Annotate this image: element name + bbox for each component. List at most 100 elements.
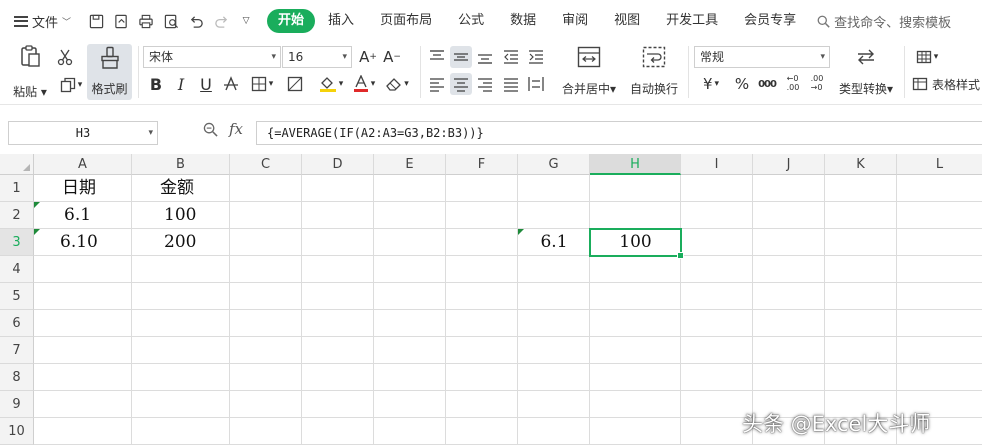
cell-A3[interactable]: 6.10 [34, 229, 132, 256]
cell-style-icon [287, 76, 303, 92]
wrap-text-button[interactable]: 自动换行 [626, 44, 682, 100]
strikethrough-button[interactable] [220, 73, 242, 95]
align-middle-button[interactable] [450, 46, 472, 68]
cell-A1[interactable]: 日期 [34, 175, 132, 202]
decrease-decimal-button[interactable]: .00 →0 [806, 72, 828, 94]
insert-function-icon[interactable]: fx [229, 120, 243, 138]
ribbon-tabs: 开始 插入 页面布局 公式 数据 审阅 视图 开发工具 会员专享 [267, 9, 809, 33]
row-header-10[interactable]: 10 [0, 418, 34, 445]
cut-button[interactable] [54, 46, 76, 68]
gridline-vertical [752, 175, 753, 445]
tab-insert[interactable]: 插入 [315, 9, 367, 33]
name-box[interactable]: H3 ▾ [8, 121, 158, 145]
italic-button[interactable]: I [170, 73, 192, 95]
redo-icon[interactable] [210, 10, 232, 32]
gridline-vertical [301, 175, 302, 445]
cell-B2[interactable]: 100 [132, 202, 230, 229]
align-top-button[interactable] [426, 46, 448, 68]
row-header-5[interactable]: 5 [0, 283, 34, 310]
number-format-select[interactable]: 常规 ▾ [694, 46, 830, 68]
merge-center-button[interactable]: 合并居中▾ [556, 44, 622, 100]
zoom-function-icon[interactable] [203, 122, 218, 141]
align-middle-icon [454, 53, 468, 61]
table-style-button[interactable]: 表格样式 [912, 73, 982, 95]
column-header-E[interactable]: E [374, 154, 446, 175]
conditional-format-button[interactable]: ▾ [912, 46, 942, 68]
tab-page-layout[interactable]: 页面布局 [367, 9, 445, 33]
underline-button[interactable]: U [195, 73, 217, 95]
align-bottom-button[interactable] [474, 46, 496, 68]
tab-developer[interactable]: 开发工具 [653, 9, 731, 33]
cell-G3[interactable]: 6.1 [518, 229, 590, 256]
column-header-F[interactable]: F [446, 154, 518, 175]
tab-view[interactable]: 视图 [601, 9, 653, 33]
chevron-down-icon: ▾ [404, 79, 409, 89]
currency-button[interactable]: ¥ ▾ [696, 73, 726, 95]
active-cell-border[interactable] [589, 228, 684, 259]
row-header-8[interactable]: 8 [0, 364, 34, 391]
print-preview-icon[interactable] [160, 10, 182, 32]
row-header-3[interactable]: 3 [0, 229, 34, 256]
row-header-1[interactable]: 1 [0, 175, 34, 202]
font-size-select[interactable]: 16 ▾ [282, 46, 352, 68]
paste-button[interactable]: 粘贴 ▾ [10, 44, 50, 100]
cell-B3[interactable]: 200 [132, 229, 230, 256]
tab-data[interactable]: 数据 [497, 9, 549, 33]
export-pdf-icon[interactable] [110, 10, 132, 32]
column-header-J[interactable]: J [753, 154, 825, 175]
customize-toolbar-icon[interactable]: ▽ [235, 10, 257, 32]
row-header-6[interactable]: 6 [0, 310, 34, 337]
column-header-G[interactable]: G [518, 154, 590, 175]
justify-button[interactable] [500, 73, 522, 95]
formula-input[interactable]: {=AVERAGE(IF(A2:A3=G3,B2:B3))} [256, 121, 982, 145]
distribute-icon [528, 77, 544, 91]
tab-formulas[interactable]: 公式 [445, 9, 497, 33]
format-painter-button[interactable]: 格式刷 [87, 44, 132, 100]
column-header-C[interactable]: C [230, 154, 302, 175]
select-all-corner[interactable] [0, 154, 34, 175]
type-convert-button[interactable]: 类型转换▾ [836, 44, 896, 100]
increase-indent-button[interactable] [525, 46, 547, 68]
column-header-B[interactable]: B [132, 154, 230, 175]
column-header-H[interactable]: H [590, 154, 681, 175]
row-header-7[interactable]: 7 [0, 337, 34, 364]
column-header-I[interactable]: I [681, 154, 753, 175]
thousands-separator-button[interactable]: 000 [756, 73, 778, 95]
clear-format-button[interactable]: ▾ [381, 73, 413, 95]
decrease-font-size-button[interactable]: A − [381, 46, 403, 68]
decrease-indent-button[interactable] [500, 46, 522, 68]
copy-button[interactable]: ▾ [56, 74, 86, 96]
tab-member[interactable]: 会员专享 [731, 9, 809, 33]
column-header-D[interactable]: D [302, 154, 374, 175]
paste-icon [21, 45, 40, 67]
align-left-button[interactable] [426, 73, 448, 95]
row-header-2[interactable]: 2 [0, 202, 34, 229]
cell-B1[interactable]: 金额 [132, 175, 230, 202]
fill-color-button[interactable]: ▾ [313, 73, 349, 95]
column-header-K[interactable]: K [825, 154, 897, 175]
align-center-button[interactable] [450, 73, 472, 95]
column-header-A[interactable]: A [34, 154, 132, 175]
distributed-align-button[interactable] [525, 73, 547, 95]
bold-button[interactable]: B [145, 73, 167, 95]
font-color-button[interactable]: ▾ [349, 73, 379, 95]
tab-home[interactable]: 开始 [267, 9, 316, 33]
cell-A2[interactable]: 6.1 [34, 202, 132, 229]
save-icon[interactable] [85, 10, 107, 32]
undo-icon[interactable] [185, 10, 207, 32]
increase-decimal-button[interactable]: ←0.00 [782, 72, 804, 94]
row-header-4[interactable]: 4 [0, 256, 34, 283]
borders-button[interactable]: ▾ [245, 73, 279, 95]
align-right-button[interactable] [474, 73, 496, 95]
column-header-L[interactable]: L [897, 154, 982, 175]
print-icon[interactable] [135, 10, 157, 32]
increase-font-size-button[interactable]: A + [357, 46, 379, 68]
cell-style-button[interactable] [284, 73, 306, 95]
command-search[interactable]: 查找命令、搜索模板 [817, 12, 951, 31]
percent-button[interactable]: % [731, 73, 753, 95]
align-right-icon [478, 78, 492, 92]
tab-review[interactable]: 审阅 [549, 9, 601, 33]
file-menu[interactable]: 文件 ﹀ [0, 0, 79, 42]
font-name-select[interactable]: 宋体 ▾ [143, 46, 281, 68]
row-header-9[interactable]: 9 [0, 391, 34, 418]
